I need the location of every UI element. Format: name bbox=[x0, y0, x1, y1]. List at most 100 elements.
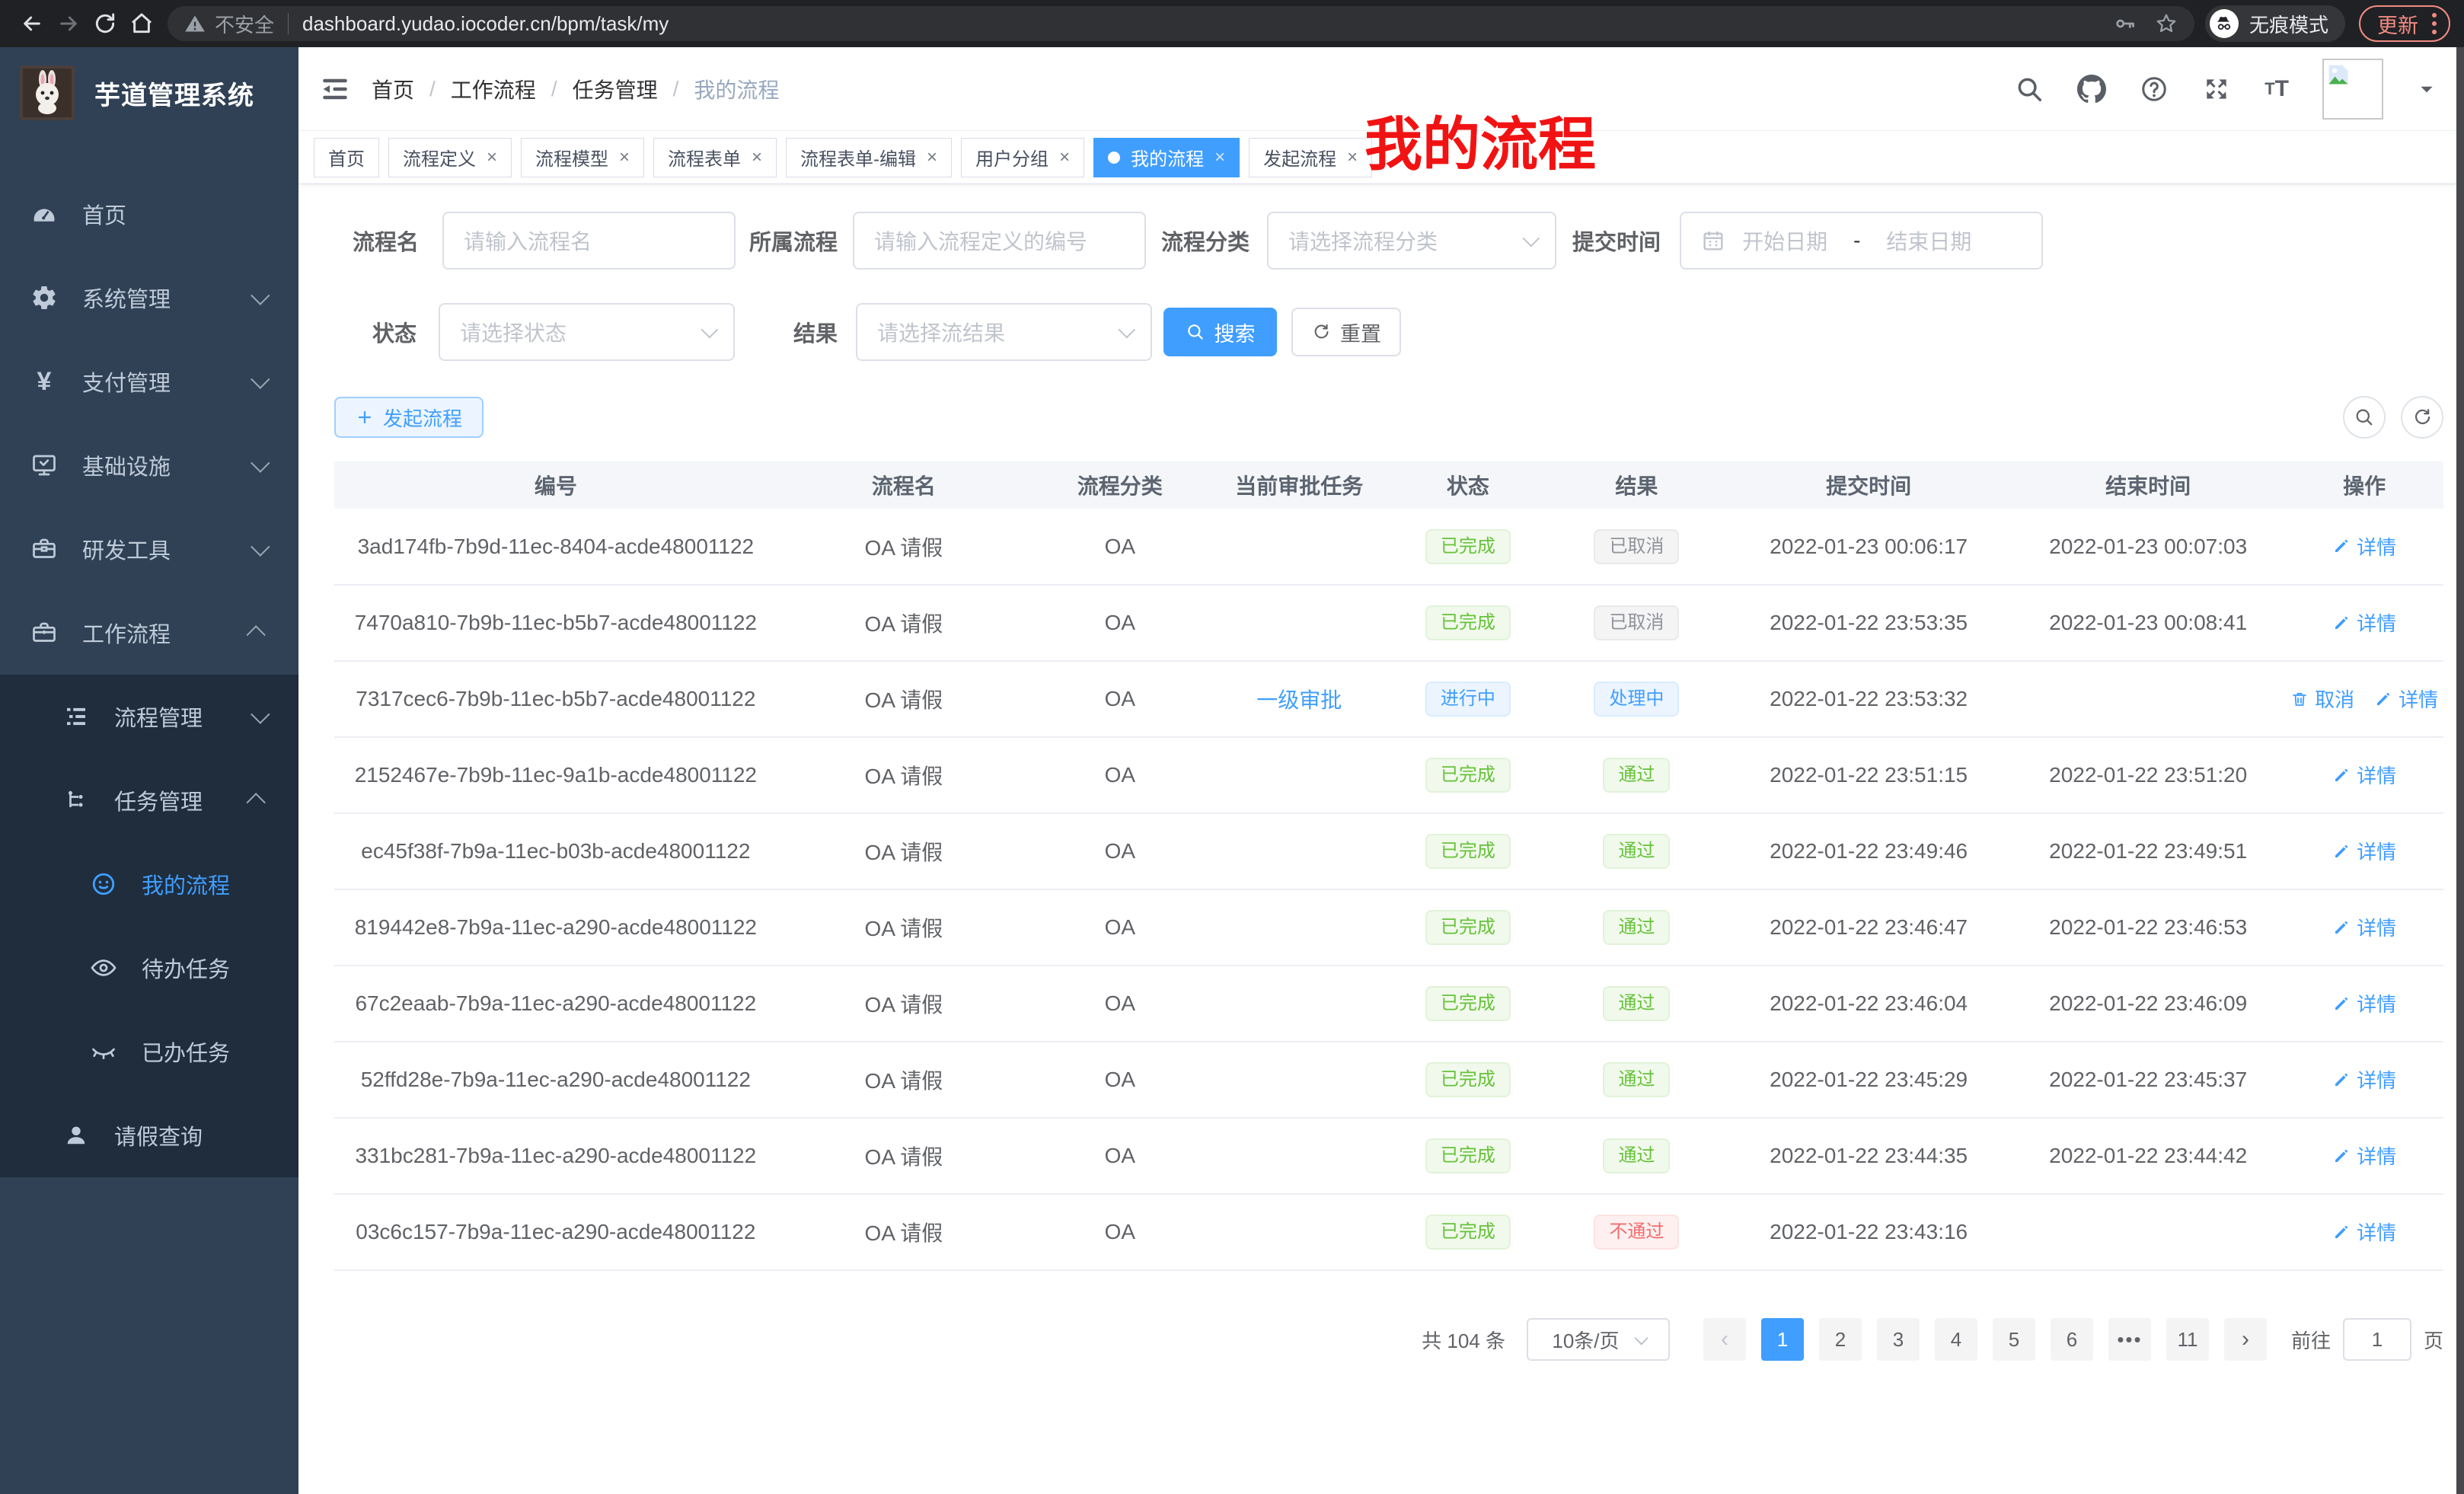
detail-action-link[interactable]: 详情 bbox=[2332, 1065, 2396, 1093]
security-label: 不安全 bbox=[215, 10, 274, 38]
page-ellipsis[interactable]: ••• bbox=[2108, 1318, 2151, 1361]
chevron-up-icon bbox=[246, 793, 265, 812]
page-button-6[interactable]: 6 bbox=[2051, 1318, 2093, 1361]
address-bar[interactable]: 不安全 dashboard.yudao.iocoder.cn /bpm/task… bbox=[168, 6, 2194, 41]
goto-page-input[interactable]: 1 bbox=[2343, 1318, 2411, 1361]
breadcrumb-item[interactable]: 首页 bbox=[372, 74, 414, 104]
page-size-select[interactable]: 10条/页 bbox=[1527, 1318, 1670, 1361]
pencil-icon bbox=[2332, 918, 2351, 937]
cell-actions: 详情 bbox=[2285, 1042, 2443, 1118]
page-button-2[interactable]: 2 bbox=[1819, 1318, 1862, 1361]
process-definition-input[interactable]: 请输入流程定义的编号 bbox=[853, 212, 1146, 270]
browser-reload-button[interactable] bbox=[87, 5, 123, 42]
sidebar-item-leave-query[interactable]: 请假查询 bbox=[0, 1093, 298, 1177]
close-icon[interactable]: × bbox=[1059, 148, 1070, 167]
tab-label: 流程表单 bbox=[668, 144, 741, 171]
sidebar-item-workflow[interactable]: 工作流程 bbox=[0, 591, 298, 675]
sidebar-item-system[interactable]: 系统管理 bbox=[0, 256, 298, 340]
bookmark-star-icon[interactable] bbox=[2155, 12, 2178, 35]
password-key-icon[interactable] bbox=[2114, 12, 2137, 35]
detail-action-link[interactable]: 详情 bbox=[2332, 532, 2396, 560]
avatar-caret-icon[interactable] bbox=[2417, 79, 2437, 99]
next-page-button[interactable]: › bbox=[2224, 1318, 2267, 1361]
browser-forward-button[interactable] bbox=[50, 5, 87, 42]
date-range-picker[interactable]: 开始日期 - 结束日期 bbox=[1680, 212, 2043, 270]
page-button-1[interactable]: 1 bbox=[1761, 1318, 1804, 1361]
detail-action-link[interactable]: 详情 bbox=[2332, 913, 2396, 941]
font-size-icon[interactable]: TT bbox=[2265, 76, 2289, 102]
tab-我的流程[interactable]: 我的流程× bbox=[1093, 138, 1240, 177]
browser-update-button[interactable]: 更新 bbox=[2359, 5, 2450, 42]
browser-menu-icon[interactable] bbox=[2432, 13, 2437, 34]
cell-actions: 详情 bbox=[2285, 813, 2443, 889]
chevron-down-icon bbox=[251, 369, 270, 388]
detail-action-link[interactable]: 详情 bbox=[2332, 837, 2396, 865]
sidebar-item-devtools[interactable]: 研发工具 bbox=[0, 507, 298, 591]
sidebar-item-home[interactable]: 首页 bbox=[0, 172, 298, 256]
process-name-input[interactable]: 请输入流程名 bbox=[442, 212, 736, 270]
close-icon[interactable]: × bbox=[1214, 148, 1225, 167]
close-icon[interactable]: × bbox=[752, 148, 762, 167]
page-button-4[interactable]: 4 bbox=[1935, 1318, 1977, 1361]
reset-button[interactable]: 重置 bbox=[1291, 308, 1401, 356]
tab-发起流程[interactable]: 发起流程× bbox=[1249, 138, 1372, 177]
page-button-11[interactable]: 11 bbox=[2166, 1318, 2209, 1361]
browser-back-button[interactable] bbox=[14, 5, 50, 42]
detail-action-link[interactable]: 详情 bbox=[2332, 761, 2396, 789]
sidebar-item-payment[interactable]: ¥支付管理 bbox=[0, 340, 298, 423]
tab-流程表单-编辑[interactable]: 流程表单-编辑× bbox=[786, 138, 952, 177]
tab-流程定义[interactable]: 流程定义× bbox=[388, 138, 512, 177]
sidebar-item-done-task[interactable]: 已办任务 bbox=[0, 1010, 298, 1093]
page-button-3[interactable]: 3 bbox=[1877, 1318, 1920, 1361]
status-select[interactable]: 请选择状态 bbox=[439, 303, 735, 361]
sidebar-item-process-mgmt[interactable]: 流程管理 bbox=[0, 675, 298, 758]
sidebar-collapse-icon[interactable] bbox=[298, 47, 372, 131]
help-icon[interactable] bbox=[2140, 75, 2169, 104]
tab-首页[interactable]: 首页 bbox=[314, 138, 379, 177]
avatar[interactable] bbox=[2322, 59, 2383, 120]
fullscreen-icon[interactable] bbox=[2202, 75, 2231, 104]
sidebar-item-infra[interactable]: 基础设施 bbox=[0, 423, 298, 507]
chevron-down-icon bbox=[251, 704, 270, 723]
browser-home-button[interactable] bbox=[123, 5, 160, 42]
toggle-search-button[interactable] bbox=[2343, 396, 2386, 439]
pencil-icon bbox=[2332, 766, 2351, 784]
github-icon[interactable] bbox=[2077, 75, 2106, 104]
cell-current-task bbox=[1210, 889, 1389, 966]
cell-category: OA bbox=[1030, 966, 1209, 1042]
close-icon[interactable]: × bbox=[619, 148, 630, 167]
sidebar-item-todo-task[interactable]: 待办任务 bbox=[0, 926, 298, 1010]
page-button-5[interactable]: 5 bbox=[1993, 1318, 2035, 1361]
cell-current-task bbox=[1210, 1194, 1389, 1270]
category-select[interactable]: 请选择流程分类 bbox=[1267, 212, 1556, 270]
close-icon[interactable]: × bbox=[927, 148, 937, 167]
start-process-button[interactable]: 发起流程 bbox=[334, 397, 484, 438]
app-logo-row[interactable]: 芋道管理系统 bbox=[0, 47, 298, 139]
close-icon[interactable]: × bbox=[1347, 148, 1358, 167]
detail-action-link[interactable]: 详情 bbox=[2374, 685, 2438, 713]
breadcrumb-item[interactable]: 工作流程 bbox=[451, 74, 536, 104]
tab-流程模型[interactable]: 流程模型× bbox=[521, 138, 644, 177]
refresh-table-button[interactable] bbox=[2401, 396, 2443, 439]
sidebar-item-task-mgmt[interactable]: 任务管理 bbox=[0, 758, 298, 842]
pencil-icon bbox=[2332, 537, 2351, 555]
tab-用户分组[interactable]: 用户分组× bbox=[961, 138, 1084, 177]
sidebar-item-my-process[interactable]: 我的流程 bbox=[0, 842, 298, 926]
status-badge: 已完成 bbox=[1425, 1215, 1511, 1250]
page-scrollbar[interactable] bbox=[2456, 47, 2464, 1494]
cancel-action-link[interactable]: 取消 bbox=[2290, 685, 2354, 713]
detail-action-link[interactable]: 详情 bbox=[2332, 1141, 2396, 1170]
status-badge: 通过 bbox=[1603, 758, 1670, 793]
search-button[interactable]: 搜索 bbox=[1163, 308, 1277, 356]
tab-流程表单[interactable]: 流程表单 × bbox=[653, 138, 777, 177]
task-link[interactable]: 一级审批 bbox=[1256, 688, 1342, 712]
breadcrumb-item[interactable]: 任务管理 bbox=[573, 74, 658, 104]
header-search-icon[interactable] bbox=[2015, 75, 2044, 104]
detail-action-link[interactable]: 详情 bbox=[2332, 1218, 2396, 1246]
close-icon[interactable]: × bbox=[487, 148, 497, 167]
detail-action-link[interactable]: 详情 bbox=[2332, 608, 2396, 637]
detail-action-link[interactable]: 详情 bbox=[2332, 989, 2396, 1017]
result-select[interactable]: 请选择流结果 bbox=[856, 303, 1152, 361]
cell-actions: 详情 bbox=[2285, 966, 2443, 1042]
prev-page-button[interactable]: ‹ bbox=[1703, 1318, 1746, 1361]
